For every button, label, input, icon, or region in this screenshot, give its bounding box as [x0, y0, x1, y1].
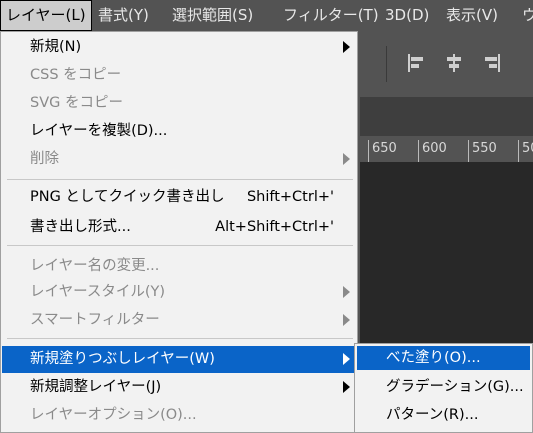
align-right-icon[interactable] — [481, 52, 503, 74]
menu-layer[interactable]: レイヤー(L) — [0, 0, 92, 31]
menu-item-label: レイヤーオプション(O)... — [30, 407, 197, 423]
horizontal-ruler: 650 600 550 50 — [360, 136, 533, 163]
options-separator — [386, 46, 387, 82]
menu-item-rename-layer[interactable]: レイヤー名の変更... — [2, 254, 356, 278]
submenu-item-solid-color[interactable]: べた塗り(O)... — [357, 346, 530, 370]
submenu-arrow-icon — [343, 353, 350, 365]
menu-item-label: スマートフィルター — [30, 312, 160, 328]
menu-item-smart-filter[interactable]: スマートフィルター — [2, 308, 356, 332]
submenu-item-label: パターン(R)... — [386, 407, 479, 423]
ruler-label: 550 — [468, 140, 497, 162]
ruler-label: 50 — [518, 140, 533, 162]
align-left-icon[interactable] — [405, 52, 427, 74]
menu-separator — [7, 338, 353, 339]
menu-item-label: CSS をコピー — [30, 67, 122, 83]
menu-item-new-adjustment-layer[interactable]: 新規調整レイヤー(J) — [2, 375, 356, 399]
menu-3d[interactable]: 3D(D) — [379, 0, 435, 31]
document-tab-area — [360, 97, 533, 136]
submenu-arrow-icon — [343, 153, 350, 165]
submenu-item-label: グラデーション(G)... — [386, 379, 524, 395]
menu-window[interactable]: ウ — [516, 0, 533, 31]
menu-separator — [7, 245, 353, 246]
menu-view[interactable]: 表示(V) — [440, 0, 504, 31]
menu-item-layer-options[interactable]: レイヤーオプション(O)... — [2, 403, 356, 427]
menu-item-label: 新規(N) — [30, 39, 82, 55]
ruler-label: 650 — [368, 140, 397, 162]
menu-item-label: SVG をコピー — [30, 95, 123, 111]
menu-item-copy-svg[interactable]: SVG をコピー — [2, 91, 356, 115]
menu-filter[interactable]: フィルター(T) — [277, 0, 385, 31]
menu-item-delete[interactable]: 削除 — [2, 147, 356, 171]
align-center-icon[interactable] — [443, 52, 465, 74]
menu-separator — [7, 179, 353, 180]
menu-item-copy-css[interactable]: CSS をコピー — [2, 63, 356, 87]
menu-type[interactable]: 書式(Y) — [92, 0, 155, 31]
menu-select[interactable]: 選択範囲(S) — [166, 0, 259, 31]
submenu-arrow-icon — [343, 41, 350, 53]
submenu-item-gradient[interactable]: グラデーション(G)... — [357, 375, 530, 399]
menu-item-label: レイヤー名の変更... — [30, 258, 160, 274]
submenu-arrow-icon — [343, 381, 350, 393]
menu-item-label: レイヤーを複製(D)... — [30, 123, 168, 139]
submenu-arrow-icon — [343, 314, 350, 326]
menu-item-new-fill-layer[interactable]: 新規塗りつぶしレイヤー(W) — [2, 346, 356, 373]
menu-item-label: 新規塗りつぶしレイヤー(W) — [30, 351, 215, 367]
menu-item-shortcut: Alt+Shift+Ctrl+' — [215, 219, 334, 235]
menu-bar: レイヤー(L) 書式(Y) 選択範囲(S) フィルター(T) 3D(D) 表示(… — [0, 0, 533, 31]
menu-item-label: 新規調整レイヤー(J) — [30, 379, 162, 395]
menu-item-export-as[interactable]: 書き出し形式... Alt+Shift+Ctrl+' — [2, 215, 356, 239]
ruler-label: 600 — [418, 140, 447, 162]
menu-item-duplicate-layer[interactable]: レイヤーを複製(D)... — [2, 119, 356, 143]
menu-item-quick-export[interactable]: PNG としてクイック書き出し Shift+Ctrl+' — [2, 185, 356, 209]
menu-item-shortcut: Shift+Ctrl+' — [246, 189, 334, 205]
submenu-arrow-icon — [343, 286, 350, 298]
menu-item-layer-style[interactable]: レイヤースタイル(Y) — [2, 280, 356, 304]
menu-item-label: 削除 — [30, 151, 59, 167]
layer-menu: 新規(N) CSS をコピー SVG をコピー レイヤーを複製(D)... 削除… — [0, 31, 358, 433]
fill-layer-submenu: べた塗り(O)... グラデーション(G)... パターン(R)... — [354, 343, 533, 433]
menu-item-label: レイヤースタイル(Y) — [30, 284, 166, 300]
menu-item-new[interactable]: 新規(N) — [2, 35, 356, 59]
submenu-item-label: べた塗り(O)... — [386, 350, 481, 366]
submenu-item-pattern[interactable]: パターン(R)... — [357, 403, 530, 427]
